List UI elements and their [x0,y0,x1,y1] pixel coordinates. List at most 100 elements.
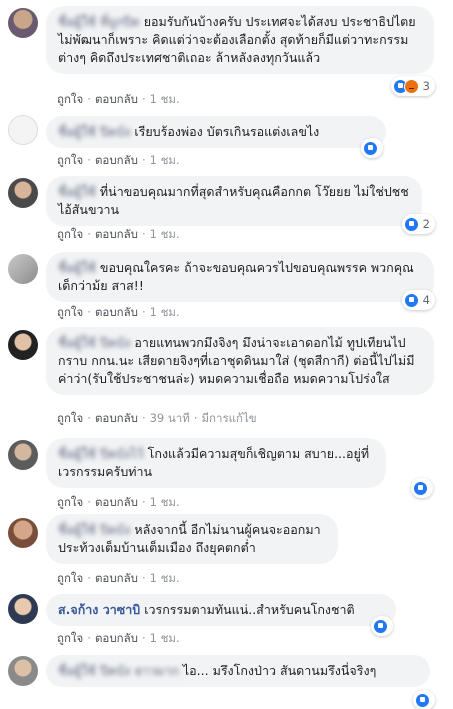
edited-label[interactable]: มีการแก้ไข [201,411,256,425]
comment-author[interactable]: ชื่อผู้ใช้ [58,260,96,275]
like-link[interactable]: ถูกใจ [57,495,83,509]
separator: · [141,631,146,645]
like-link[interactable]: ถูกใจ [57,305,83,319]
like-icon [413,480,428,496]
comment-actions: ถูกใจ · ตอบกลับ · 1 ชม. [57,91,180,109]
comment-bubble: ชื่อผู้ใช้ ปิดบัง หลังจากนี้ อีกไม่นานผู้… [46,514,338,564]
comment-actions: ถูกใจ · ตอบกลับ · 1 ชม. [57,494,180,512]
comment-timestamp[interactable]: 1 ชม. [150,153,180,167]
comment-text: เวรกรรมตามทันแน่..สำหรับคนโกงชาติ [144,602,355,617]
like-link[interactable]: ถูกใจ [57,92,83,106]
separator: · [141,571,146,585]
like-icon [403,292,419,308]
avatar[interactable] [8,8,38,38]
comment-author[interactable]: ชื่อผู้ใช้ [58,184,96,199]
reply-link[interactable]: ตอบกลับ [95,571,138,585]
comment-bubble: ชื่อผู้ใช้ ปิดบังไว้ โกงแล้วมีความสุขก็เช… [46,438,386,488]
separator: · [87,495,91,509]
like-icon [403,216,419,232]
reaction-summary[interactable]: 2 [401,214,435,234]
comment-actions: ถูกใจ · ตอบกลับ · 1 ชม. [57,304,180,322]
like-link[interactable]: ถูกใจ [57,411,83,425]
avatar[interactable] [8,178,38,208]
avatar[interactable] [8,518,38,548]
separator: · [87,631,91,645]
comment-actions: ถูกใจ · ตอบกลับ · 1 ชม. [57,570,180,588]
reply-link[interactable]: ตอบกลับ [95,153,138,167]
comment-actions: ถูกใจ · ตอบกลับ · 1 ชม. [57,226,180,244]
comment-author[interactable]: ชื่อผู้ใช้ ปิดบัง [58,124,130,139]
reaction-count: 3 [422,79,430,93]
separator: · [87,305,91,319]
separator: · [87,153,91,167]
separator: · [87,571,91,585]
like-link[interactable]: ถูกใจ [57,631,83,645]
comment-timestamp[interactable]: 1 ชม. [150,495,180,509]
comment-bubble: ชื่อผู้ใช้ ปิดบัง อายแทนพวกมึงจิงๆ มึงน่า… [46,327,434,395]
comment-actions: ถูกใจ · ตอบกลับ · 39 นาที · มีการแก้ไข [57,410,257,428]
reaction-summary[interactable]: 4 [401,290,435,310]
comment-timestamp[interactable]: 1 ชม. [150,631,180,645]
reaction-summary[interactable] [361,138,383,158]
avatar[interactable] [8,656,38,686]
comment-bubble: ชื่อผู้ใช้ ที่ถูกปิด ยอมรับกันบ้างครับ ปร… [46,6,434,74]
avatar[interactable] [8,440,38,470]
like-icon [373,618,388,634]
reply-link[interactable]: ตอบกลับ [95,305,138,319]
comment-bubble: ชื่อผู้ใช้ ขอบคุณใครคะ ถ้าจะขอบคุณควรไปขอ… [46,252,434,302]
comment-feed: ชื่อผู้ใช้ ที่ถูกปิด ยอมรับกันบ้างครับ ปร… [0,0,453,709]
comment-text: ไอ... มรึงโกงป่าว สันดานมรึงนี่จริงๆ [182,663,377,678]
avatar[interactable] [8,115,38,145]
like-link[interactable]: ถูกใจ [57,227,83,241]
reply-link[interactable]: ตอบกลับ [95,411,138,425]
reaction-summary[interactable] [411,478,433,498]
comment-author[interactable]: ชื่อผู้ใช้ ปิดบัง ยาวมาก [58,663,179,678]
comment-text: ขอบคุณใครคะ ถ้าจะขอบคุณควรไปขอบคุณพรรค พ… [58,260,414,293]
like-link[interactable]: ถูกใจ [57,571,83,585]
comment-timestamp[interactable]: 1 ชม. [150,227,180,241]
separator: · [141,411,146,425]
avatar[interactable] [8,330,38,360]
comment-author[interactable]: ชื่อผู้ใช้ ที่ถูกปิด [58,14,140,29]
comment-text: เรียบร้องพ่อง บัตรเกินรอแต่งเลขไง [134,124,320,139]
separator: · [141,153,146,167]
comment-author[interactable]: ชื่อผู้ใช้ ปิดบัง [58,335,130,350]
comment-author[interactable]: ส.จก้าง วาซาบิ [58,602,140,617]
separator: · [141,92,146,106]
comment-author[interactable]: ชื่อผู้ใช้ ปิดบัง [58,522,130,537]
avatar[interactable] [8,254,38,284]
reply-link[interactable]: ตอบกลับ [95,495,138,509]
like-icon [415,692,430,708]
comment-text: ที่น่าขอบคุณมากที่สุดสำหรับคุณคือกกต โว๊… [58,184,409,217]
separator: · [87,411,91,425]
reply-link[interactable]: ตอบกลับ [95,227,138,241]
like-link[interactable]: ถูกใจ [57,153,83,167]
like-icon [363,140,378,156]
comment-bubble: ชื่อผู้ใช้ ปิดบัง ยาวมาก ไอ... มรึงโกงป่า… [46,655,430,687]
comment-bubble: ชื่อผู้ใช้ ปิดบัง เรียบร้องพ่อง บัตรเกินร… [46,116,386,148]
avatar[interactable] [8,594,38,624]
separator: · [87,227,91,241]
separator: · [87,92,91,106]
reply-link[interactable]: ตอบกลับ [95,92,138,106]
comment-timestamp[interactable]: 1 ชม. [150,305,180,319]
separator: · [193,411,198,425]
comment-timestamp[interactable]: 39 นาที [150,411,190,425]
reaction-count: 4 [422,293,430,307]
separator: · [141,305,146,319]
reaction-count: 2 [422,217,430,231]
reaction-summary[interactable] [413,690,435,709]
comment-timestamp[interactable]: 1 ชม. [150,571,180,585]
comment-bubble: ชื่อผู้ใช้ ที่น่าขอบคุณมากที่สุดสำหรับคุณ… [46,176,422,226]
reaction-summary[interactable]: 3 [390,76,435,96]
comment-timestamp[interactable]: 1 ชม. [150,92,180,106]
comment-bubble: ส.จก้าง วาซาบิ เวรกรรมตามทันแน่..สำหรับคน… [46,594,396,626]
reaction-summary[interactable] [371,616,393,636]
comment-actions: ถูกใจ · ตอบกลับ · 1 ชม. [57,630,180,648]
comment-author[interactable]: ชื่อผู้ใช้ ปิดบังไว้ [58,446,144,461]
angry-icon [403,78,419,94]
reply-link[interactable]: ตอบกลับ [95,631,138,645]
separator: · [141,495,146,509]
comment-actions: ถูกใจ · ตอบกลับ · 1 ชม. [57,152,180,170]
separator: · [141,227,146,241]
